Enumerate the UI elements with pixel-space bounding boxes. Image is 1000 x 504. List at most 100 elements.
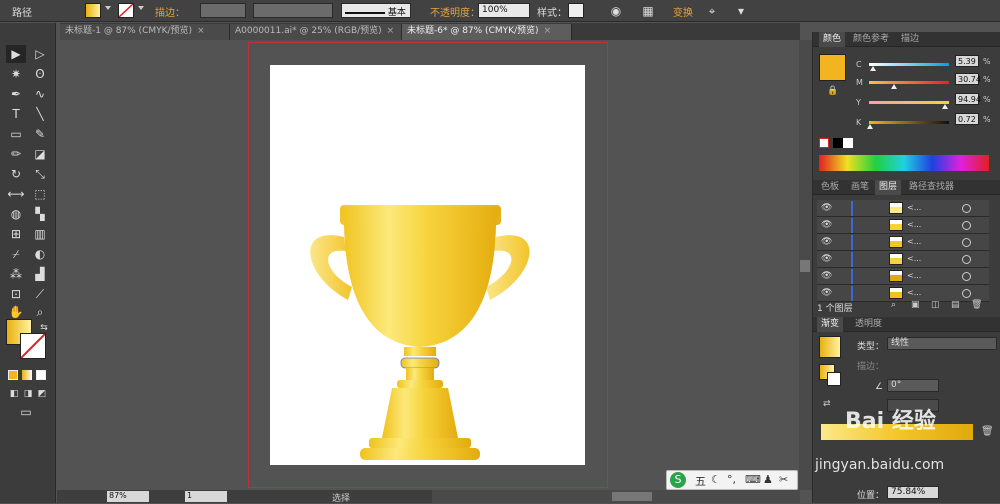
- magenta-slider-handle[interactable]: [890, 84, 897, 89]
- user-icon[interactable]: ♟: [763, 473, 773, 486]
- rotate-tool-icon[interactable]: ↻: [6, 165, 26, 183]
- draw-inside-icon[interactable]: ◩: [32, 385, 52, 403]
- new-layer-icon[interactable]: ▤: [951, 300, 960, 310]
- cyan-slider[interactable]: [869, 63, 949, 66]
- stroke-dropdown-caret[interactable]: [138, 6, 144, 10]
- scroll-thumb[interactable]: [800, 260, 810, 272]
- gradient-stroke-box[interactable]: [827, 372, 841, 386]
- gradient-type-select[interactable]: 线性: [887, 337, 997, 350]
- yellow-slider[interactable]: [869, 101, 949, 104]
- stroke-label[interactable]: 描边：: [155, 4, 185, 19]
- target-icon[interactable]: [962, 221, 971, 230]
- tab-untitled-6[interactable]: 未标题-6* @ 87% (CMYK/预览) ×: [402, 24, 572, 40]
- layer-row[interactable]: 👁 <...: [817, 234, 989, 251]
- eye-icon[interactable]: 👁: [821, 220, 832, 230]
- horizontal-scrollbar[interactable]: [432, 490, 800, 503]
- clipping-mask-icon[interactable]: ▣: [911, 300, 920, 310]
- fill-dropdown-caret[interactable]: [105, 6, 111, 10]
- close-icon[interactable]: ×: [197, 26, 205, 36]
- selection-tool-icon[interactable]: ▶: [6, 45, 26, 63]
- layer-row[interactable]: 👁 <...: [817, 285, 989, 302]
- magic-wand-tool-icon[interactable]: ✷: [6, 65, 26, 83]
- slice-tool-icon[interactable]: ⟋: [30, 285, 50, 303]
- lasso-tool-icon[interactable]: ʘ: [30, 65, 50, 83]
- type-tool-icon[interactable]: T: [6, 105, 26, 123]
- swap-colors-icon[interactable]: ⇆: [34, 319, 54, 337]
- tab-layers[interactable]: 图层: [875, 180, 902, 195]
- white-swatch[interactable]: [843, 138, 853, 148]
- tab-color-guide[interactable]: 颜色参考: [849, 32, 893, 47]
- opacity-field[interactable]: 100%: [478, 3, 530, 18]
- tab-gradient[interactable]: 渐变: [817, 317, 844, 332]
- mesh-tool-icon[interactable]: ⊞: [6, 225, 26, 243]
- artboard-tool-icon[interactable]: ⊡: [6, 285, 26, 303]
- gradient-mode-icon[interactable]: [22, 370, 32, 380]
- align-icon[interactable]: ▦: [640, 3, 656, 19]
- layer-row[interactable]: 👁 <...: [817, 217, 989, 234]
- stroke-swatch[interactable]: [118, 3, 134, 18]
- magenta-value[interactable]: 30.74: [955, 73, 981, 85]
- target-icon[interactable]: [962, 272, 971, 281]
- more-options-icon[interactable]: ▾: [733, 3, 749, 19]
- symbol-sprayer-tool-icon[interactable]: ⁂: [6, 265, 26, 283]
- layer-name[interactable]: <...: [907, 271, 921, 280]
- brush-style-field[interactable]: 基本: [341, 3, 411, 18]
- delete-layer-icon[interactable]: 🗑: [971, 300, 982, 310]
- tab-a0000011[interactable]: A0000011.ai* @ 25% (RGB/预览) ×: [230, 24, 402, 40]
- eye-icon[interactable]: 👁: [821, 288, 832, 298]
- perspective-grid-tool-icon[interactable]: ▚: [30, 205, 50, 223]
- eraser-tool-icon[interactable]: ◪: [30, 145, 50, 163]
- scroll-thumb[interactable]: [612, 492, 652, 501]
- target-icon[interactable]: [962, 204, 971, 213]
- moon-icon[interactable]: ☾: [711, 473, 721, 486]
- blend-tool-icon[interactable]: ◐: [30, 245, 50, 263]
- pen-tool-icon[interactable]: ✒: [6, 85, 26, 103]
- tab-stroke[interactable]: 描边: [897, 32, 923, 47]
- opacity-label[interactable]: 不透明度：: [430, 4, 480, 19]
- tab-swatches[interactable]: 色板: [817, 180, 843, 195]
- free-transform-tool-icon[interactable]: ⬚: [30, 185, 50, 203]
- cyan-value[interactable]: 5.39: [955, 55, 979, 67]
- shape-builder-tool-icon[interactable]: ◍: [6, 205, 26, 223]
- close-icon[interactable]: ×: [544, 26, 552, 36]
- tab-pathfinder[interactable]: 路径查找器: [905, 180, 958, 195]
- curvature-tool-icon[interactable]: ∿: [30, 85, 50, 103]
- pencil-tool-icon[interactable]: ✏: [6, 145, 26, 163]
- layer-name[interactable]: <...: [907, 220, 921, 229]
- none-swatch[interactable]: [819, 138, 829, 148]
- black-slider-handle[interactable]: [866, 124, 873, 129]
- eye-icon[interactable]: 👁: [821, 203, 832, 213]
- tab-brushes[interactable]: 画笔: [847, 180, 873, 195]
- target-icon[interactable]: [962, 238, 971, 247]
- vertical-scrollbar[interactable]: [799, 40, 812, 490]
- layer-row[interactable]: 👁 <...: [817, 200, 989, 217]
- tab-transparency[interactable]: 透明度: [851, 317, 886, 332]
- layer-name[interactable]: <...: [907, 254, 921, 263]
- target-icon[interactable]: [962, 255, 971, 264]
- ime-mode-label[interactable]: 五: [695, 473, 706, 489]
- trophy-artwork[interactable]: [300, 195, 540, 465]
- layer-row[interactable]: 👁 <...: [817, 251, 989, 268]
- graphic-style-swatch[interactable]: [568, 3, 584, 18]
- stroke-weight-field[interactable]: [200, 3, 246, 18]
- eye-icon[interactable]: 👁: [821, 271, 832, 281]
- transform-link[interactable]: 变换: [673, 4, 693, 19]
- cyan-slider-handle[interactable]: [870, 66, 877, 71]
- black-swatch[interactable]: [833, 138, 843, 148]
- keyboard-icon[interactable]: ⌨: [745, 473, 761, 486]
- direct-selection-tool-icon[interactable]: ▷: [30, 45, 50, 63]
- gradient-preview[interactable]: [819, 336, 841, 358]
- ime-logo-icon[interactable]: S: [670, 472, 686, 488]
- tools-icon[interactable]: ✂: [779, 473, 788, 486]
- line-tool-icon[interactable]: ╲: [30, 105, 50, 123]
- eye-icon[interactable]: 👁: [821, 254, 832, 264]
- close-icon[interactable]: ×: [387, 26, 395, 36]
- color-mode-icon[interactable]: [8, 370, 18, 380]
- gradient-tool-icon[interactable]: ▥: [30, 225, 50, 243]
- recolor-icon[interactable]: ◉: [608, 3, 624, 19]
- magenta-slider[interactable]: [869, 81, 949, 84]
- column-graph-tool-icon[interactable]: ▟: [30, 265, 50, 283]
- target-icon[interactable]: [962, 289, 971, 298]
- locate-object-icon[interactable]: ⌕: [891, 300, 896, 310]
- isolate-icon[interactable]: ⌖: [704, 3, 720, 19]
